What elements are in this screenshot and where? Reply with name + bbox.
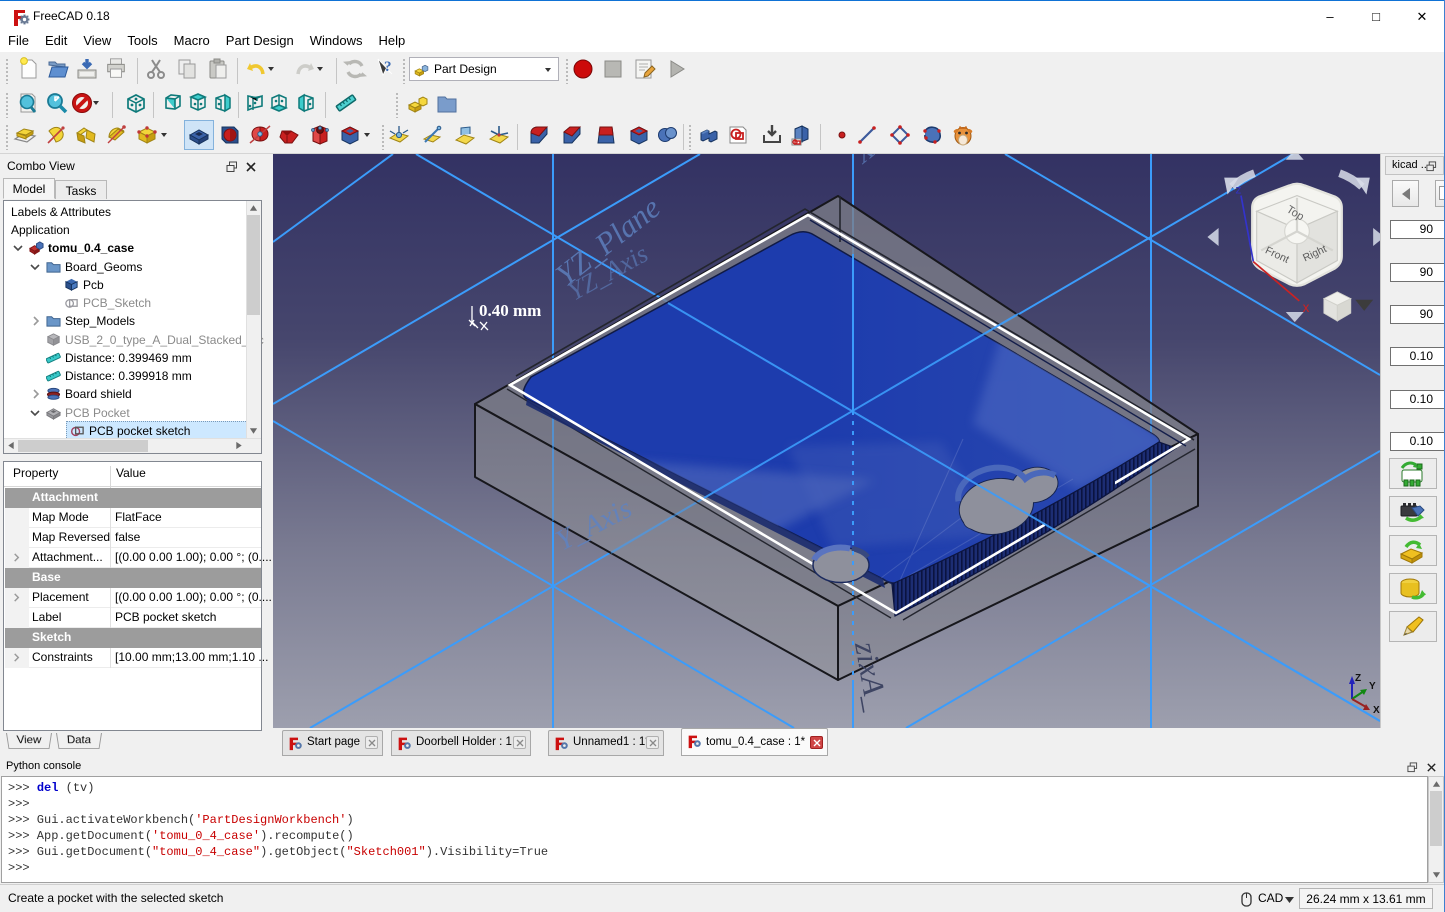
svg-text:X: X	[1373, 705, 1380, 716]
svg-text:?: ?	[384, 59, 392, 75]
svg-text:z: z	[1235, 182, 1241, 196]
svg-text:x: x	[1303, 300, 1310, 315]
svg-text:0.40 mm: 0.40 mm	[479, 301, 541, 320]
svg-text:Z: Z	[1355, 673, 1361, 684]
svg-text:Y: Y	[1369, 681, 1376, 692]
